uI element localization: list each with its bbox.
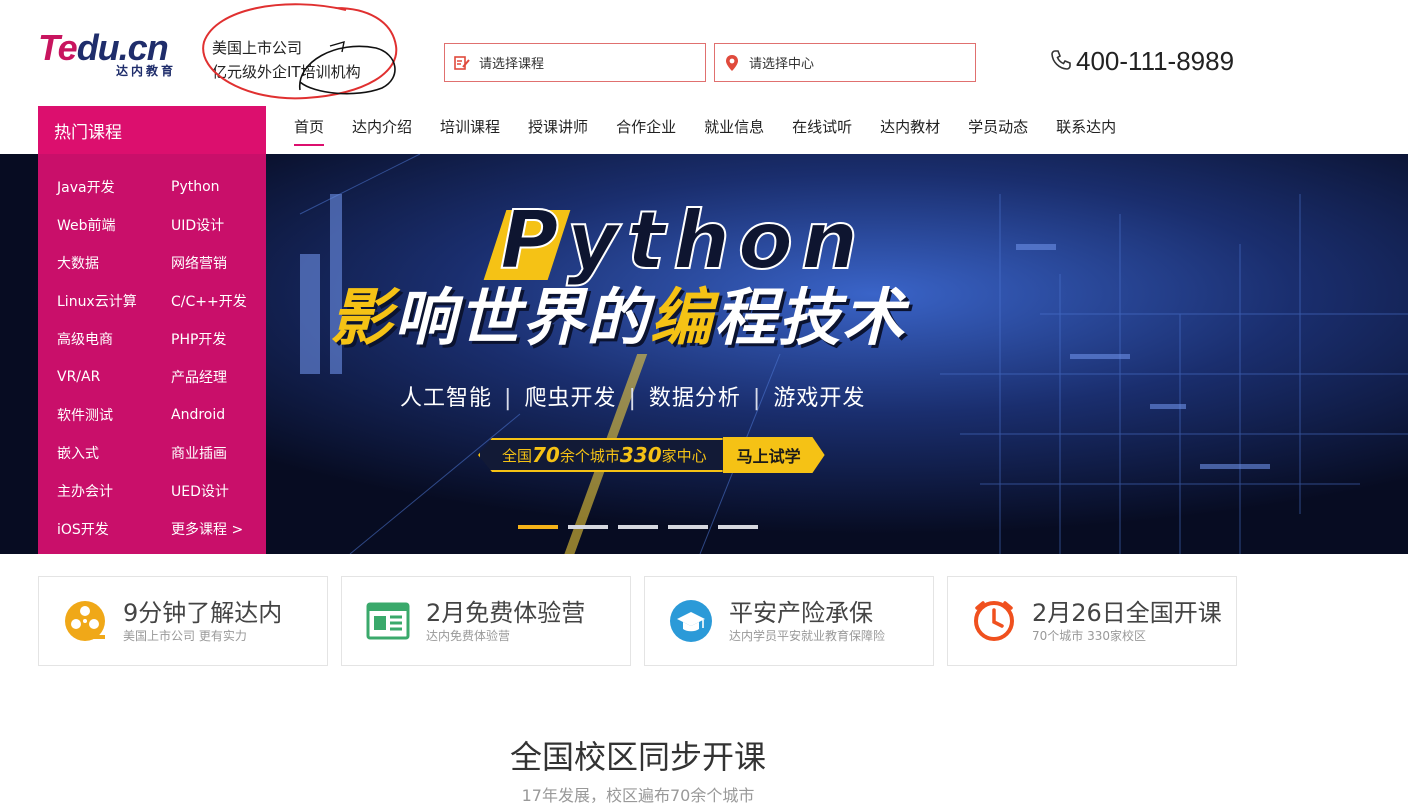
nav-student-news[interactable]: 学员动态 [954, 106, 1042, 146]
hot-courses-menu: Java开发 Python Web前端 UID设计 大数据 网络营销 Linux… [38, 154, 266, 554]
banner-headline: 影响世界的编程技术 [330, 281, 907, 354]
phone-icon [1050, 49, 1072, 75]
feature-subtitle: 达内免费体验营 [426, 629, 511, 643]
course-linux-cloud[interactable]: Linux云计算 [38, 282, 152, 320]
tag-data-analysis: 数据分析 [648, 386, 741, 411]
newspaper-icon [366, 599, 410, 643]
nav-home[interactable]: 首页 [280, 106, 338, 146]
slogan-line-1: 美国上市公司 [212, 39, 303, 57]
tag-crawler: 爬虫开发 [524, 386, 617, 411]
main-nav: 首页 达内介绍 培训课程 授课讲师 合作企业 就业信息 在线试听 达内教材 学员… [280, 106, 1130, 154]
course-ecommerce[interactable]: 高级电商 [38, 320, 152, 358]
nav-courses[interactable]: 培训课程 [426, 106, 514, 146]
feature-title: 2月26日全国开课 [1032, 599, 1222, 627]
course-select[interactable]: 请选择课程 [444, 43, 706, 82]
course-ued[interactable]: UED设计 [152, 472, 266, 510]
feature-card-intro-video[interactable]: 9分钟了解达内 美国上市公司 更有实力 [38, 576, 328, 666]
feature-card-start-date[interactable]: 2月26日全国开课 70个城市 330家校区 [947, 576, 1237, 666]
logo-wordmark: Tedu.cn [38, 27, 169, 68]
feature-title: 9分钟了解达内 [123, 599, 283, 627]
course-vr-ar[interactable]: VR/AR [38, 358, 152, 396]
edit-icon [445, 55, 479, 71]
feature-card-insurance[interactable]: 平安产险承保 达内学员平安就业教育保障险 [644, 576, 934, 666]
course-php[interactable]: PHP开发 [152, 320, 266, 358]
company-slogan: 美国上市公司 亿元级外企IT培训机构 [212, 36, 361, 84]
tag-ai: 人工智能 [400, 386, 493, 411]
banner-title-en: Python [499, 194, 866, 287]
course-ios[interactable]: iOS开发 [38, 510, 152, 548]
hot-courses-title: 热门课程 [38, 106, 266, 154]
banner-cta: 全国 70 余个城市 330 家中心 马上试学 [478, 437, 825, 473]
nav-contact[interactable]: 联系达内 [1042, 106, 1130, 146]
feature-title: 平安产险承保 [729, 599, 873, 627]
course-big-data[interactable]: 大数据 [38, 244, 152, 282]
cta-info: 全国 70 余个城市 330 家中心 [478, 438, 723, 472]
course-c-cpp[interactable]: C/C++开发 [152, 282, 266, 320]
logo-subtitle: 达内教育 [116, 64, 177, 78]
course-python[interactable]: Python [152, 168, 266, 206]
nav-partners[interactable]: 合作企业 [602, 106, 690, 146]
nav-teachers[interactable]: 授课讲师 [514, 106, 602, 146]
more-courses-link[interactable]: 更多课程 > [152, 510, 266, 548]
course-marketing[interactable]: 网络营销 [152, 244, 266, 282]
nav-textbooks[interactable]: 达内教材 [866, 106, 954, 146]
feature-title: 2月免费体验营 [426, 599, 586, 627]
course-java[interactable]: Java开发 [38, 168, 152, 206]
center-select[interactable]: 请选择中心 [714, 43, 976, 82]
course-android[interactable]: Android [152, 396, 266, 434]
graduation-cap-icon [669, 599, 713, 643]
try-now-button[interactable]: 马上试学 [722, 437, 825, 473]
feature-subtitle: 70个城市 330家校区 [1032, 629, 1146, 643]
course-illustration[interactable]: 商业插画 [152, 434, 266, 472]
course-uid[interactable]: UID设计 [152, 206, 266, 244]
course-accounting[interactable]: 主办会计 [38, 472, 152, 510]
film-reel-icon [63, 599, 107, 643]
carousel-dot[interactable] [618, 525, 658, 529]
tag-game-dev: 游戏开发 [773, 386, 866, 411]
carousel-dot[interactable] [568, 525, 608, 529]
course-select-placeholder: 请选择课程 [479, 57, 545, 72]
feature-subtitle: 达内学员平安就业教育保障险 [729, 629, 886, 643]
carousel-dot[interactable] [668, 525, 708, 529]
nav-online-trial[interactable]: 在线试听 [778, 106, 866, 146]
carousel-dots [518, 525, 758, 529]
banner-tags: 人工智能 | 爬虫开发 | 数据分析 | 游戏开发 [400, 386, 866, 411]
phone-number: 400-111-8989 [1076, 46, 1235, 76]
section-title: 全国校区同步开课 [509, 738, 766, 776]
location-pin-icon [715, 54, 749, 72]
nav-about[interactable]: 达内介绍 [338, 106, 426, 146]
center-select-placeholder: 请选择中心 [749, 57, 815, 72]
carousel-dot[interactable] [518, 525, 558, 529]
clock-icon [972, 599, 1016, 643]
course-web-frontend[interactable]: Web前端 [38, 206, 152, 244]
tedu-logo[interactable]: Tedu.cn 达内教育 [38, 30, 198, 82]
feature-subtitle: 美国上市公司 更有实力 [123, 629, 247, 643]
section-subtitle: 17年发展，校区遍布70余个城市 [521, 786, 755, 805]
course-product-manager[interactable]: 产品经理 [152, 358, 266, 396]
slogan-line-2: 亿元级外企IT培训机构 [212, 63, 361, 81]
phone-hotline[interactable]: 400-111-8989 [1050, 46, 1234, 77]
feature-card-free-camp[interactable]: 2月免费体验营 达内免费体验营 [341, 576, 631, 666]
course-embedded[interactable]: 嵌入式 [38, 434, 152, 472]
carousel-dot[interactable] [718, 525, 758, 529]
nav-employment[interactable]: 就业信息 [690, 106, 778, 146]
course-testing[interactable]: 软件测试 [38, 396, 152, 434]
